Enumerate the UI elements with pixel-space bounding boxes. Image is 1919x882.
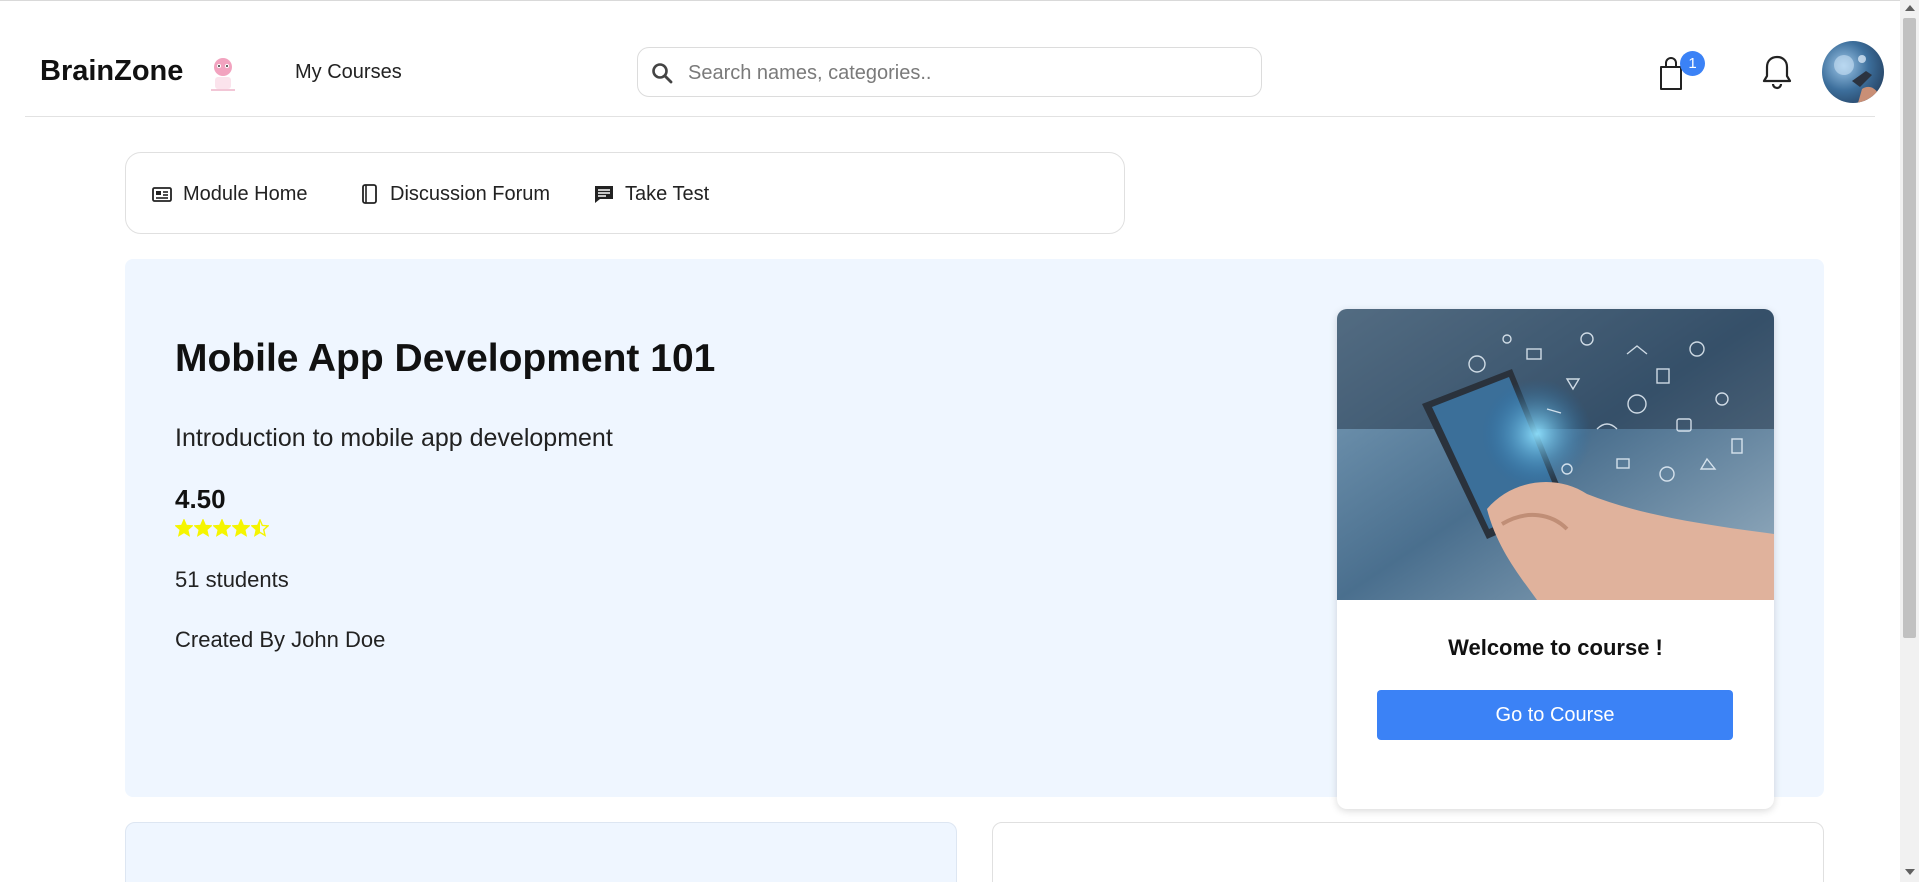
cart-count-badge: 1 xyxy=(1680,51,1705,76)
message-square-icon xyxy=(595,186,613,203)
star-icon xyxy=(213,519,231,537)
tab-label: Discussion Forum xyxy=(390,182,551,205)
star-icon xyxy=(175,519,193,537)
rating-stars xyxy=(175,519,269,537)
tab-label: Take Test xyxy=(625,182,710,205)
search-bar[interactable] xyxy=(637,47,1262,97)
page-scrollbar[interactable] xyxy=(1900,0,1919,882)
tab-label: Module Home xyxy=(183,182,308,205)
newspaper-icon xyxy=(152,187,172,202)
course-rating-value: 4.50 xyxy=(175,484,226,514)
go-to-course-button[interactable]: Go to Course xyxy=(1377,690,1733,740)
welcome-message: Welcome to course ! xyxy=(1448,635,1663,660)
search-icon xyxy=(652,63,673,84)
tab-take-test[interactable]: Take Test xyxy=(593,153,709,235)
star-icon xyxy=(232,519,250,537)
lower-panel-left xyxy=(125,822,957,882)
course-card: Welcome to course ! Go to Course xyxy=(1337,309,1774,809)
user-avatar[interactable] xyxy=(1822,41,1884,103)
course-author: Created By John Doe xyxy=(175,627,386,652)
avatar-image xyxy=(1834,55,1878,103)
tab-module-home[interactable]: Module Home xyxy=(151,153,308,235)
tab-discussion-forum[interactable]: Discussion Forum xyxy=(358,153,550,235)
notebook-icon xyxy=(362,184,377,204)
course-subtitle: Introduction to mobile app development xyxy=(175,424,613,452)
course-thumbnail-image xyxy=(1337,309,1774,600)
brain-mascot-icon xyxy=(211,58,235,91)
course-title: Mobile App Development 101 xyxy=(175,337,716,380)
bell-icon[interactable] xyxy=(1760,53,1794,91)
search-input[interactable] xyxy=(688,58,1248,88)
star-icon xyxy=(251,519,269,537)
nav-my-courses[interactable]: My Courses xyxy=(295,61,402,84)
star-icon xyxy=(194,519,212,537)
scroll-up-arrow-icon[interactable] xyxy=(1905,5,1915,11)
brand-logo-text[interactable]: BrainZone xyxy=(40,55,183,88)
lower-panel-right xyxy=(992,822,1824,882)
top-navbar: BrainZone My Courses 1 xyxy=(25,1,1884,117)
scroll-down-arrow-icon[interactable] xyxy=(1905,869,1915,875)
scrollbar-thumb[interactable] xyxy=(1903,18,1916,638)
student-count: 51 students xyxy=(175,567,289,592)
module-tab-bar: Module Home Discussion Forum Take Test xyxy=(125,152,1125,234)
